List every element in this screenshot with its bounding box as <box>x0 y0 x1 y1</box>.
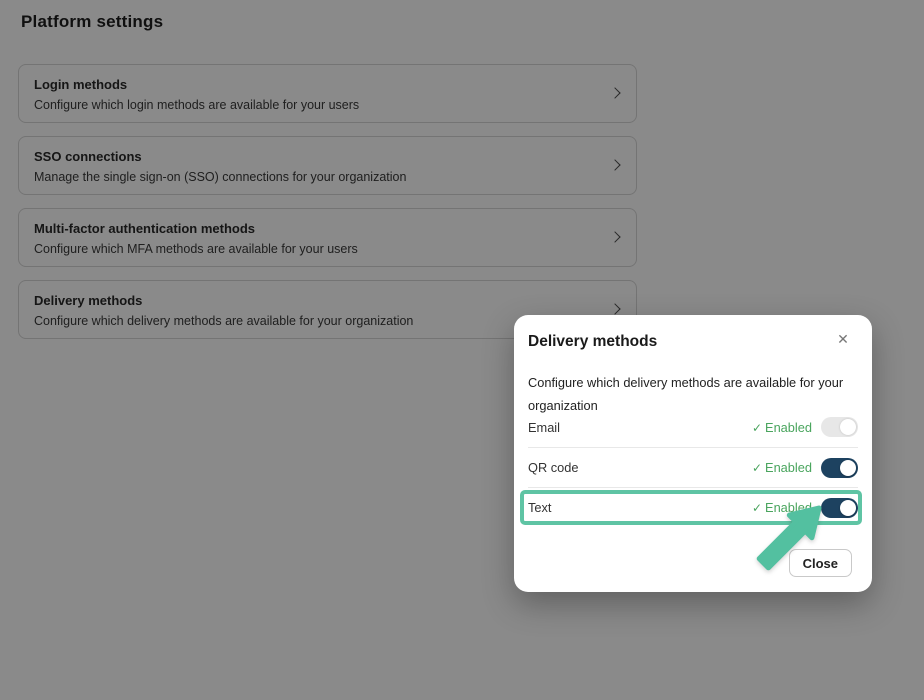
row-label: QR code <box>528 460 579 475</box>
row-qr-code: QR code ✓Enabled <box>528 447 858 487</box>
status-enabled: ✓Enabled <box>752 460 812 475</box>
modal-title: Delivery methods <box>528 333 657 351</box>
row-label: Email <box>528 420 560 435</box>
status-enabled: ✓Enabled <box>752 420 812 435</box>
text-toggle[interactable] <box>821 498 858 518</box>
close-button[interactable]: Close <box>789 549 852 577</box>
row-text: Text ✓Enabled <box>528 487 858 527</box>
status-label: Enabled <box>765 460 812 475</box>
toggle-knob <box>840 460 856 476</box>
qr-code-toggle[interactable] <box>821 458 858 478</box>
check-icon: ✓ <box>752 501 762 515</box>
status-label: Enabled <box>765 420 812 435</box>
status-enabled: ✓Enabled <box>752 500 812 515</box>
close-icon[interactable]: ✕ <box>833 329 853 349</box>
check-icon: ✓ <box>752 461 762 475</box>
status-label: Enabled <box>765 500 812 515</box>
check-icon: ✓ <box>752 421 762 435</box>
toggle-knob <box>840 500 856 516</box>
delivery-methods-modal: Delivery methods ✕ Configure which deliv… <box>514 315 872 592</box>
row-label: Text <box>528 500 551 515</box>
email-toggle[interactable] <box>821 417 858 437</box>
row-email: Email ✓Enabled <box>528 407 858 447</box>
delivery-method-list: Email ✓Enabled QR code ✓Enabled Text ✓En… <box>528 407 858 527</box>
toggle-knob <box>840 419 856 435</box>
